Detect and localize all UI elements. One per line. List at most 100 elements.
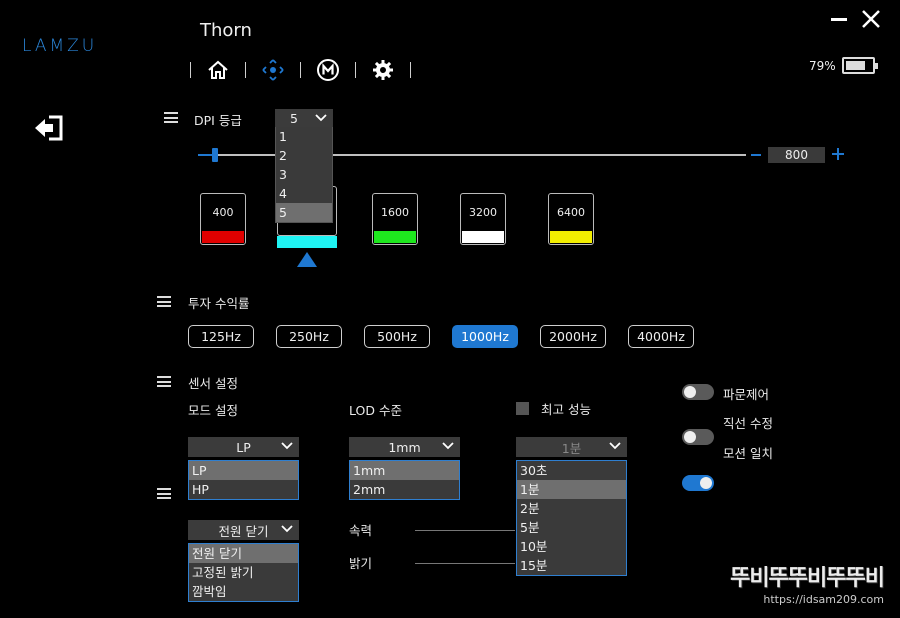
light-effect-select[interactable]: 전원 닫기 [188,520,299,540]
dpi-level-option[interactable]: 1 [276,127,332,146]
mode-option[interactable]: LP [189,461,298,480]
sleep-option[interactable]: 10분 [517,537,626,556]
dpi-slider-fill [198,154,212,156]
lod-select[interactable]: 1mm [349,437,460,457]
angle-snapping-toggle[interactable] [682,429,714,445]
nav-divider [245,62,246,78]
brightness-label: 밝기 [349,556,373,571]
light-effect-select-value: 전원 닫기 [218,523,269,539]
lod-label: LOD 수준 [349,403,402,418]
polling-section-label: 투자 수익률 [188,296,250,311]
polling-rate-button[interactable]: 4000Hz [628,325,694,348]
dpi-level-option[interactable]: 5 [276,203,332,222]
close-icon [862,10,880,28]
dpi-level-value: 400 [212,206,234,219]
chevron-down-icon [281,442,293,450]
move-arrows-icon[interactable] [260,57,286,83]
polling-rate-button[interactable]: 2000Hz [540,325,606,348]
section-list-icon [157,296,171,307]
nav-divider [410,62,411,78]
device-name: Thorn [200,20,252,41]
nav-divider [355,62,356,78]
polling-rate-button[interactable]: 250Hz [276,325,342,348]
mode-option[interactable]: HP [189,480,298,499]
lod-dropdown[interactable]: 1mm 1mm 2mm [349,437,460,500]
dpi-level-1[interactable]: 400 [200,193,246,245]
minimize-button[interactable] [830,8,848,34]
light-effect-options: 전원 닫기 고정된 밝기 깜박임 [188,543,299,602]
ripple-control-label: 파문제어 [723,387,770,402]
light-effect-option[interactable]: 전원 닫기 [189,544,298,563]
dpi-level-select-value: 5 [290,110,298,126]
light-effect-option[interactable]: 고정된 밝기 [189,563,298,582]
motion-sync-label: 모션 일치 [723,446,773,461]
mode-select[interactable]: LP [188,437,299,457]
dpi-level-dropdown[interactable]: 5 1 2 3 4 5 [275,109,333,223]
dpi-level-options: 1 2 3 4 5 [275,127,333,223]
brightness-slider-track[interactable] [415,563,515,564]
dpi-level-select[interactable]: 5 [275,109,333,127]
dpi-level-option[interactable]: 2 [276,146,332,165]
selected-level-marker [297,252,317,267]
chevron-down-icon [442,442,454,450]
watermark: 뚜비뚜뚜비뚜뚜비 https://idsam209.com [730,560,885,606]
dpi-level-color [550,231,592,243]
dpi-level-value: 1600 [381,206,409,219]
watermark-title: 뚜비뚜뚜비뚜뚜비 [730,566,885,591]
watermark-url: https://idsam209.com [763,593,884,606]
dpi-level-color [462,231,504,243]
gear-icon[interactable] [370,57,396,83]
sleep-dropdown[interactable]: 1분 30초 1분 2분 5분 10분 15분 [516,437,627,576]
dpi-minus-button[interactable] [751,154,761,156]
sleep-select-value: 1분 [561,440,582,456]
dpi-level-5[interactable]: 6400 [548,193,594,245]
sleep-option[interactable]: 1분 [517,480,626,499]
close-button[interactable] [861,9,881,33]
nav-divider [190,62,191,78]
motion-sync-toggle[interactable] [682,475,714,491]
polling-rate-button[interactable]: 500Hz [364,325,430,348]
battery-icon [841,57,878,74]
section-list-icon [157,376,171,387]
light-effect-dropdown[interactable]: 전원 닫기 전원 닫기 고정된 밝기 깜박임 [188,520,299,602]
speed-slider-track[interactable] [415,530,515,531]
angle-snapping-label: 직선 수정 [723,416,773,431]
dpi-level-3[interactable]: 1600 [372,193,418,245]
mode-dropdown[interactable]: LP LP HP [188,437,299,500]
top-nav [190,56,425,84]
dpi-level-option[interactable]: 4 [276,184,332,203]
sleep-option[interactable]: 5분 [517,518,626,537]
dpi-slider-handle[interactable] [212,148,218,162]
dpi-level-option[interactable]: 3 [276,165,332,184]
polling-rate-button[interactable]: 125Hz [188,325,254,348]
exit-icon[interactable] [33,114,65,146]
top-performance-label: 최고 성능 [541,402,591,417]
lod-option[interactable]: 2mm [350,480,459,499]
nav-divider [300,62,301,78]
dpi-level-value: 3200 [469,206,497,219]
mode-select-value: LP [236,439,251,455]
home-icon[interactable] [205,57,231,83]
battery-percent: 79% [809,58,836,73]
battery-indicator: 79% [809,57,878,74]
dpi-level-color [374,231,416,243]
dpi-plus-button[interactable] [831,146,845,165]
dpi-value-field[interactable]: 800 [768,147,825,163]
dpi-level-4[interactable]: 3200 [460,193,506,245]
sleep-option[interactable]: 15분 [517,556,626,575]
ripple-control-toggle[interactable] [682,384,714,400]
sleep-select[interactable]: 1분 [516,437,627,457]
lod-options: 1mm 2mm [349,460,460,500]
sleep-option[interactable]: 2분 [517,499,626,518]
top-performance-checkbox[interactable] [516,402,529,415]
dpi-level-color [277,236,337,248]
mode-label: 모드 설정 [188,403,238,418]
sensor-section-label: 센서 설정 [188,376,238,391]
macro-m-icon[interactable] [315,57,341,83]
sleep-option[interactable]: 30초 [517,461,626,480]
lod-select-value: 1mm [388,439,421,455]
section-list-icon [164,112,178,123]
lod-option[interactable]: 1mm [350,461,459,480]
light-effect-option[interactable]: 깜박임 [189,582,298,601]
polling-rate-button[interactable]: 1000Hz [452,325,518,348]
